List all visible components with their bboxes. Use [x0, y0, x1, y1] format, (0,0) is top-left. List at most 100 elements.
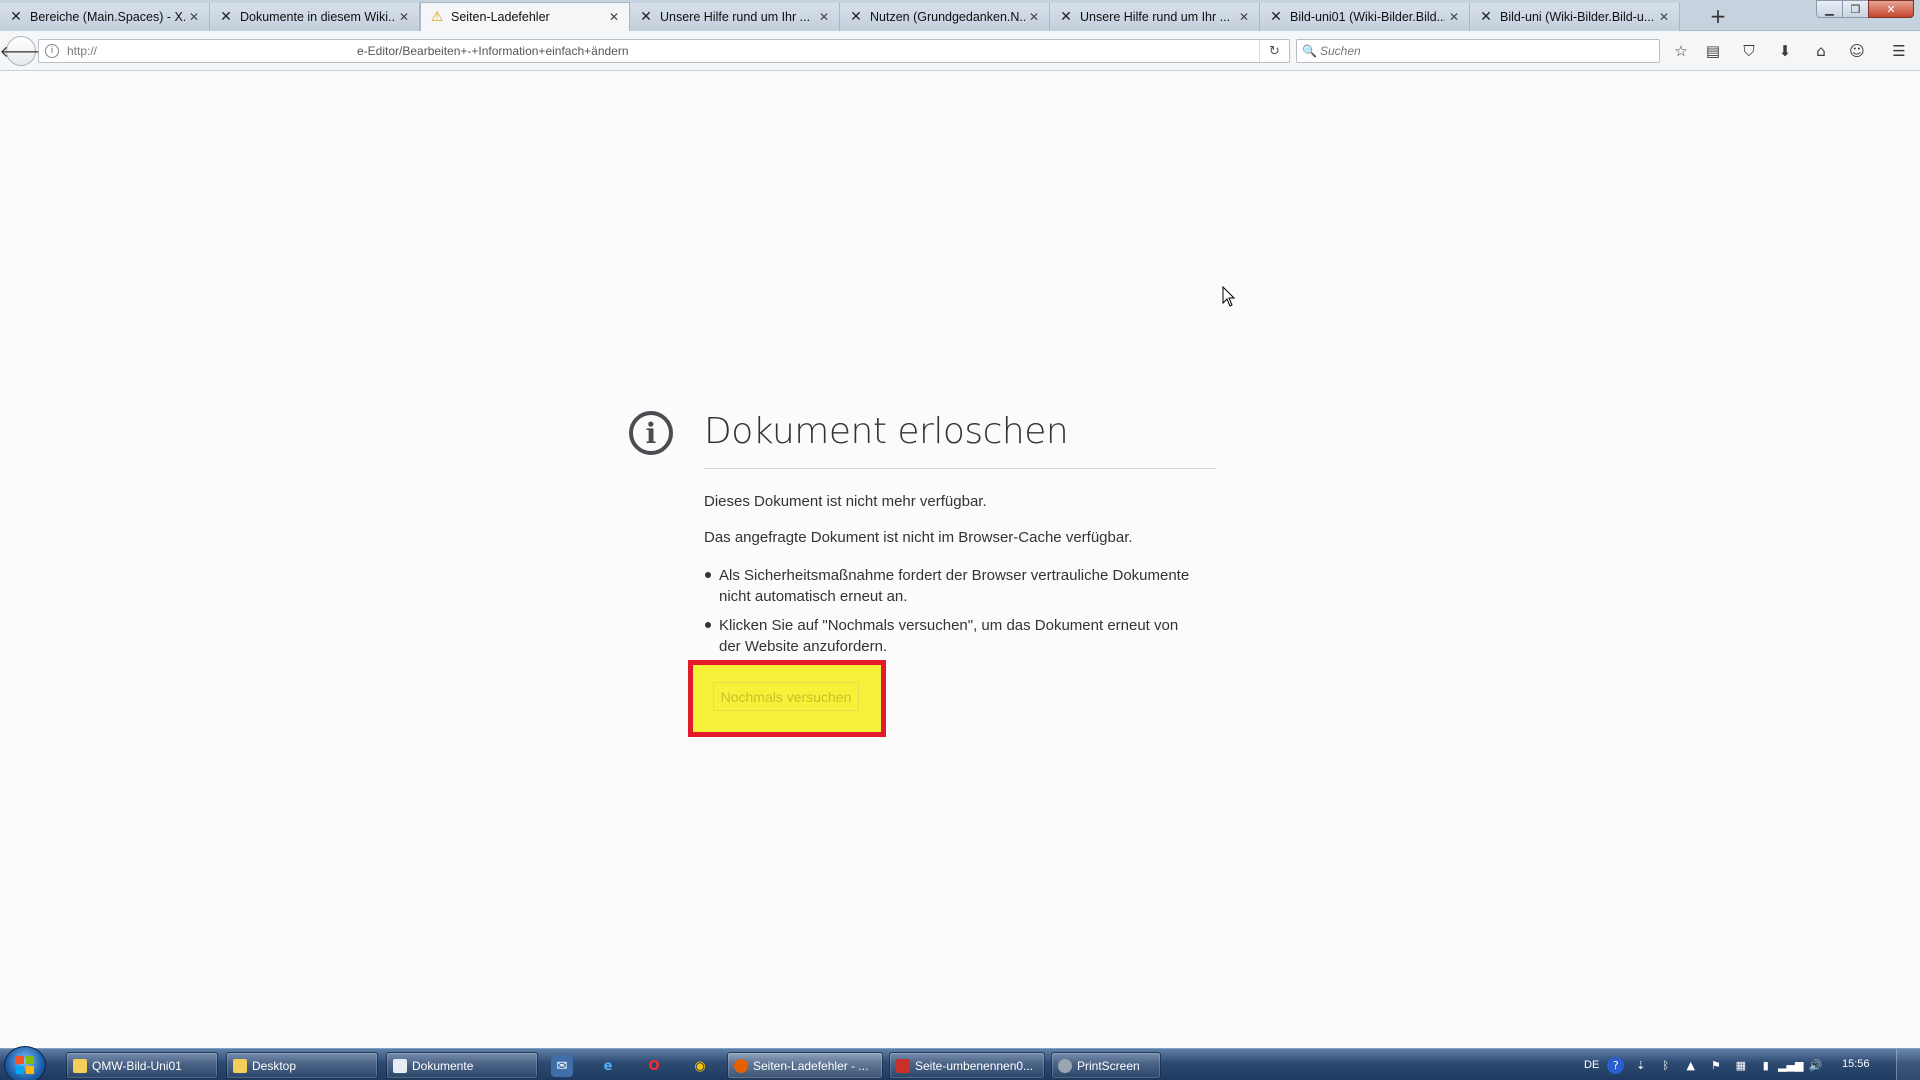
taskbar-item-desktop[interactable]: Desktop	[226, 1052, 378, 1079]
tab-4[interactable]: ✕ Unsere Hilfe rund um Ihr ... ✕	[630, 3, 840, 31]
tab-3-active[interactable]: ⚠ Seiten-Ladefehler ✕	[420, 2, 630, 31]
back-button[interactable]: 🡐	[0, 36, 42, 66]
xwiki-icon: ✕	[850, 9, 862, 25]
close-icon[interactable]: ✕	[1655, 8, 1673, 26]
firefox-icon	[734, 1058, 748, 1073]
xwiki-icon: ✕	[220, 9, 232, 25]
taskbar-item-label: Desktop	[252, 1058, 297, 1073]
windows-update-icon[interactable]: ▦	[1732, 1057, 1749, 1074]
download-icon[interactable]: ⬇	[1772, 39, 1798, 63]
signal-icon[interactable]: ▂▄▆	[1778, 1057, 1803, 1074]
info-circle-icon: i	[629, 411, 673, 455]
close-icon[interactable]: ✕	[605, 8, 623, 26]
close-icon[interactable]: ✕	[1445, 8, 1463, 26]
error-page: i Dokument erloschen Dieses Dokument ist…	[0, 72, 1920, 1048]
power-icon[interactable]: ▮	[1757, 1057, 1774, 1074]
bluetooth-icon[interactable]: ᛒ	[1657, 1057, 1674, 1074]
network-adapter-icon[interactable]: ⇣	[1632, 1057, 1649, 1074]
close-icon[interactable]: ✕	[815, 8, 833, 26]
clock[interactable]: 15:56	[1842, 1058, 1870, 1070]
tab-label: Bereiche (Main.Spaces) - X...	[30, 10, 185, 24]
tab-6[interactable]: ✕ Unsere Hilfe rund um Ihr ... ✕	[1050, 3, 1260, 31]
tab-label: Bild-uni (Wiki-Bilder.Bild-u...	[1500, 10, 1655, 24]
taskbar-item-label: QMW-Bild-Uni01	[92, 1058, 182, 1073]
home-icon[interactable]: ⌂	[1808, 39, 1834, 63]
error-title: Dokument erloschen	[704, 411, 1069, 452]
help-icon[interactable]: ?	[1607, 1056, 1625, 1074]
error-long-description: Das angefragte Dokument ist nicht im Bro…	[704, 529, 1133, 546]
xwiki-icon: ✕	[1270, 9, 1282, 25]
close-icon[interactable]: ✕	[185, 8, 203, 26]
taskbar-item-dokumente[interactable]: Dokumente	[386, 1052, 538, 1079]
bookmark-star-icon[interactable]: ☆	[1668, 39, 1694, 63]
reload-icon[interactable]: ↻	[1259, 40, 1289, 62]
navigation-toolbar: 🡐 i http:// e-Editor/Bearbeiten+-+Inform…	[0, 31, 1920, 71]
tab-8[interactable]: ✕ Bild-uni (Wiki-Bilder.Bild-u... ✕	[1470, 3, 1680, 31]
tab-1[interactable]: ✕ Bereiche (Main.Spaces) - X... ✕	[0, 3, 210, 31]
search-bar[interactable]: 🔍	[1296, 39, 1660, 63]
title-divider	[704, 468, 1216, 469]
paint-icon	[896, 1058, 910, 1073]
maximize-button[interactable]: ❐	[1842, 0, 1869, 18]
new-tab-button[interactable]: +	[1705, 3, 1731, 29]
opera-icon[interactable]: O	[643, 1055, 665, 1077]
taskbar-item-label: Dokumente	[412, 1058, 474, 1073]
show-desktop-button[interactable]	[1896, 1049, 1920, 1080]
url-bar[interactable]: i http:// e-Editor/Bearbeiten+-+Informat…	[38, 39, 1290, 63]
tab-7[interactable]: ✕ Bild-uni01 (Wiki-Bilder.Bild... ✕	[1260, 3, 1470, 31]
info-icon[interactable]: i	[45, 44, 59, 58]
taskbar-item-qmw-bild-uni01[interactable]: QMW-Bild-Uni01	[66, 1052, 218, 1079]
taskbar-item-label: PrintScreen	[1077, 1058, 1140, 1073]
action-center-flag-icon[interactable]: ⚑	[1707, 1057, 1724, 1074]
camera-icon	[1058, 1058, 1072, 1073]
taskbar-item-label: Seite-umbenennen0...	[915, 1058, 1034, 1073]
close-icon[interactable]: ✕	[1025, 8, 1043, 26]
volume-icon[interactable]: 🔊	[1807, 1057, 1824, 1074]
tab-label: Seiten-Ladefehler	[451, 10, 550, 24]
url-prefix: http://	[67, 44, 98, 58]
document-icon	[393, 1058, 407, 1073]
tab-label: Nutzen (Grundgedanken.N...	[870, 10, 1025, 24]
url-path: e-Editor/Bearbeiten+-+Information+einfac…	[357, 44, 629, 58]
taskbar-item-firefox[interactable]: Seiten-Ladefehler - ...	[727, 1052, 883, 1079]
start-button[interactable]	[4, 1046, 46, 1080]
windows-taskbar: QMW-Bild-Uni01 Desktop Dokumente ✉ e O ◉…	[0, 1046, 1920, 1080]
mouse-cursor-icon	[1222, 286, 1236, 307]
xwiki-icon: ✕	[640, 9, 652, 25]
chat-icon[interactable]: ☺	[1844, 39, 1870, 63]
hamburger-menu-icon[interactable]: ☰	[1886, 39, 1912, 63]
warning-icon: ⚠	[430, 9, 444, 25]
windows-logo-icon	[16, 1056, 34, 1074]
bookmarks-menu-icon[interactable]: ▤	[1700, 39, 1726, 63]
error-hint-item: Klicken Sie auf "Nochmals versuchen", um…	[704, 615, 1204, 657]
xwiki-icon: ✕	[1060, 9, 1072, 25]
tab-strip: ✕ Bereiche (Main.Spaces) - X... ✕ ✕ Doku…	[0, 0, 1920, 31]
language-indicator[interactable]: DE	[1584, 1059, 1599, 1071]
tab-5[interactable]: ✕ Nutzen (Grundgedanken.N... ✕	[840, 3, 1050, 31]
close-window-button[interactable]: ✕	[1868, 0, 1914, 18]
search-input[interactable]	[1320, 44, 1640, 58]
pocket-icon[interactable]: ⛉	[1736, 39, 1762, 63]
taskbar-item-printscreen[interactable]: PrintScreen	[1051, 1052, 1161, 1079]
system-tray: DE ? ⇣ ᛒ ▲ ⚑ ▦ ▮ ▂▄▆ 🔊	[1584, 1049, 1884, 1080]
retry-button[interactable]: Nochmals versuchen	[713, 682, 859, 711]
folder-icon	[73, 1058, 87, 1073]
taskbar-item-paint[interactable]: Seite-umbenennen0...	[889, 1052, 1045, 1079]
tab-2[interactable]: ✕ Dokumente in diesem Wiki... ✕	[210, 3, 420, 31]
retry-highlight-box: Nochmals versuchen	[688, 660, 886, 737]
internet-explorer-icon[interactable]: e	[597, 1055, 619, 1077]
chrome-icon[interactable]: ◉	[689, 1055, 711, 1077]
tab-label: Unsere Hilfe rund um Ihr ...	[1080, 10, 1231, 24]
outlook-icon[interactable]: ✉	[551, 1055, 573, 1077]
xwiki-icon: ✕	[1480, 9, 1492, 25]
error-hint-list: Als Sicherheitsmaßnahme fordert der Brow…	[704, 565, 1204, 665]
show-hidden-icons-icon[interactable]: ▲	[1682, 1057, 1699, 1074]
xwiki-icon: ✕	[10, 9, 22, 25]
close-icon[interactable]: ✕	[1235, 8, 1253, 26]
tab-label: Bild-uni01 (Wiki-Bilder.Bild...	[1290, 10, 1445, 24]
minimize-button[interactable]: ▁	[1816, 0, 1843, 18]
taskbar-item-label: Seiten-Ladefehler - ...	[753, 1058, 869, 1073]
close-icon[interactable]: ✕	[395, 8, 413, 26]
error-hint-item: Als Sicherheitsmaßnahme fordert der Brow…	[704, 565, 1204, 607]
error-short-description: Dieses Dokument ist nicht mehr verfügbar…	[704, 493, 987, 510]
